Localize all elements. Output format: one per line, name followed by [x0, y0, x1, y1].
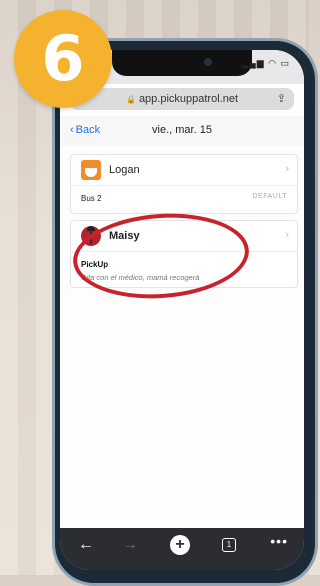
tabs-button[interactable]: 1	[222, 538, 236, 552]
share-icon[interactable]: ⇪	[277, 92, 286, 105]
arrow-left-icon[interactable]: ←	[78, 536, 94, 554]
student-name: Logan	[109, 164, 140, 176]
student-list: Logan › Bus 2 DEFAULT Maisy › PickUp Cit…	[60, 146, 304, 538]
phone-screen: ▂▄▆ ◠ ▭ 🔒 app.pickuppatrol.net ⇪ ‹ Back v…	[60, 50, 304, 570]
default-badge: DEFAULT	[252, 193, 287, 200]
chevron-right-icon: ›	[285, 163, 289, 175]
arrow-right-icon[interactable]: →	[122, 536, 138, 554]
step-badge: 6	[14, 10, 112, 108]
step-number: 6	[41, 22, 85, 95]
camera-icon	[204, 58, 212, 66]
chevron-right-icon: ›	[285, 229, 289, 241]
student-card-logan[interactable]: Logan › Bus 2 DEFAULT	[70, 154, 298, 214]
url-text: app.pickuppatrol.net	[138, 93, 239, 105]
lock-icon: 🔒	[125, 94, 136, 104]
dismissal-method: Bus 2	[81, 194, 102, 203]
notch	[112, 50, 252, 76]
address-bar[interactable]: 🔒 app.pickuppatrol.net ⇪	[70, 88, 294, 110]
more-icon[interactable]: •••	[270, 533, 288, 549]
fox-icon	[81, 160, 101, 180]
signal-wifi-battery-icon: ▂▄▆ ◠ ▭	[241, 58, 290, 68]
browser-toolbar: ← → + 1 •••	[60, 528, 304, 570]
student-header[interactable]: Logan ›	[71, 155, 297, 186]
nav-bar: ‹ Back vie., mar. 15	[60, 116, 304, 147]
page-title: vie., mar. 15	[152, 124, 212, 136]
new-tab-button[interactable]: +	[170, 535, 190, 555]
